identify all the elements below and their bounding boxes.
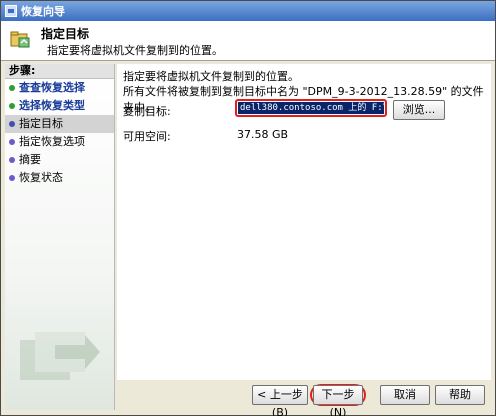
next-button[interactable]: 下一步(N) <box>313 385 363 416</box>
main-content: 指定要将虚拟机文件复制到的位置。 所有文件将被复制到复制目标中名为 "DPM_9… <box>117 64 491 380</box>
sidebar-item-label: 摘要 <box>19 153 41 166</box>
sidebar-item-recovery-status[interactable]: 恢复状态 <box>5 169 114 187</box>
sidebar-item-label: 选择恢复类型 <box>19 99 85 112</box>
step-complete-icon <box>9 103 15 109</box>
steps-sidebar: 步骤: 查查恢复选择 选择恢复类型 指定目标 指定恢复选项 摘要 恢复状态 <box>5 64 115 410</box>
steps-heading: 步骤: <box>5 64 114 79</box>
app-icon <box>5 5 17 17</box>
folder-restore-icon <box>10 31 30 48</box>
browse-button[interactable]: 浏览... <box>393 100 445 120</box>
wizard-header: 指定目标 指定要将虚拟机文件复制到的位置。 <box>1 21 495 61</box>
help-button[interactable]: 帮助 <box>435 385 485 405</box>
sidebar-item-select-recovery-type[interactable]: 选择恢复类型 <box>5 97 114 115</box>
step-complete-icon <box>9 85 15 91</box>
wizard-footer: < 上一步(B) 下一步(N) 取消 帮助 <box>117 380 491 416</box>
cancel-button[interactable]: 取消 <box>380 385 430 405</box>
copy-target-field[interactable]: dell380.contoso.com 上的 F:\Recover <box>238 102 384 114</box>
sidebar-item-summary[interactable]: 摘要 <box>5 151 114 169</box>
sidebar-item-label: 查查恢复选择 <box>19 81 85 94</box>
free-space-value: 37.58 GB <box>237 128 289 141</box>
sidebar-item-review-selection[interactable]: 查查恢复选择 <box>5 79 114 97</box>
step-current-icon <box>9 121 15 127</box>
recovery-wizard-window: 恢复向导 指定目标 指定要将虚拟机文件复制到的位置。 步骤: 查查恢复选择 选择… <box>0 0 496 416</box>
sidebar-item-label: 指定目标 <box>19 117 63 130</box>
page-subtitle: 指定要将虚拟机文件复制到的位置。 <box>47 44 223 57</box>
step-pending-icon <box>9 157 15 163</box>
step-pending-icon <box>9 139 15 145</box>
window-title: 恢复向导 <box>21 5 65 18</box>
back-button[interactable]: < 上一步(B) <box>252 385 308 416</box>
page-title: 指定目标 <box>41 27 90 41</box>
sidebar-item-label: 指定恢复选项 <box>19 135 85 148</box>
target-label: 复制目标: <box>123 105 171 118</box>
sidebar-item-recovery-options[interactable]: 指定恢复选项 <box>5 133 114 151</box>
sidebar-item-label: 恢复状态 <box>19 171 63 184</box>
wizard-watermark-icon <box>20 332 100 380</box>
instruction-text: 指定要将虚拟机文件复制到的位置。 <box>123 70 299 83</box>
step-pending-icon <box>9 175 15 181</box>
title-bar[interactable]: 恢复向导 <box>1 1 495 21</box>
free-space-label: 可用空间: <box>123 130 171 143</box>
sidebar-item-specify-destination[interactable]: 指定目标 <box>5 115 114 133</box>
target-highlight: dell380.contoso.com 上的 F:\Recover <box>235 99 387 117</box>
